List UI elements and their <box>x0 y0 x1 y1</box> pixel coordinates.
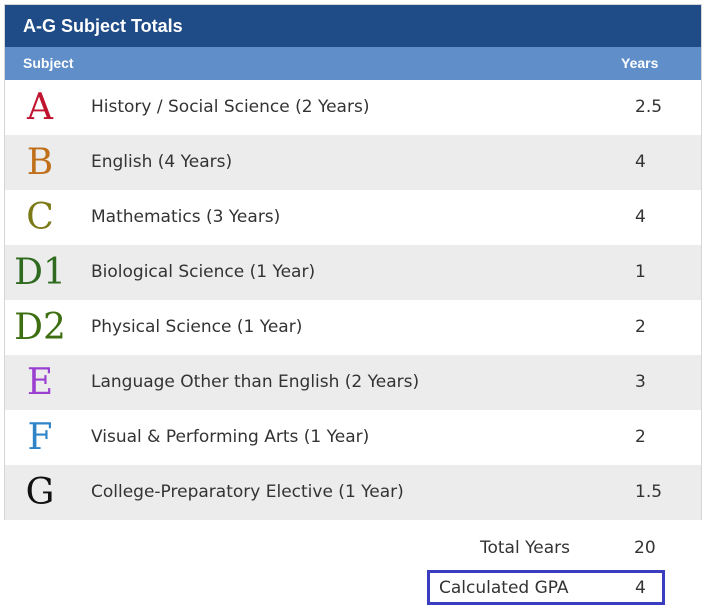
subject-letter: D1 <box>14 252 66 293</box>
subject-letter: D2 <box>14 307 66 348</box>
subject-name: Biological Science (1 Year) <box>91 262 316 282</box>
subject-name: Language Other than English (2 Years) <box>91 372 420 392</box>
table-header: Subject Years <box>5 47 701 80</box>
subject-years: 2 <box>635 317 646 337</box>
summary-section: Total Years 20 Calculated GPA 4 <box>0 520 706 607</box>
subject-letter: A <box>27 87 53 128</box>
subject-rows: A History / Social Science (2 Years) 2.5 B E… <box>5 80 701 520</box>
table-row: B English (4 Years) 4 <box>5 135 701 190</box>
subject-letter: B <box>26 142 54 183</box>
subject-years: 1 <box>635 262 646 282</box>
total-years-value: 20 <box>634 538 656 558</box>
subject-name: English (4 Years) <box>91 152 233 172</box>
column-header-years: Years <box>621 55 659 71</box>
subject-years: 4 <box>635 152 646 172</box>
table-row: F Visual & Performing Arts (1 Year) 2 <box>5 410 701 465</box>
subject-years: 1.5 <box>635 482 663 502</box>
subject-name: Visual & Performing Arts (1 Year) <box>91 427 370 447</box>
subject-totals-panel: A-G Subject Totals Subject Years A Histor… <box>4 4 702 520</box>
table-row: C Mathematics (3 Years) 4 <box>5 190 701 245</box>
calculated-gpa-box: Calculated GPA 4 <box>427 570 665 605</box>
subject-name: College-Preparatory Elective (1 Year) <box>91 482 404 502</box>
subject-letter: C <box>26 197 54 238</box>
subject-years: 2.5 <box>635 97 663 117</box>
subject-name: Mathematics (3 Years) <box>91 207 281 227</box>
panel-title: A-G Subject Totals <box>5 5 701 47</box>
subject-letter: E <box>26 362 54 403</box>
table-row: A History / Social Science (2 Years) 2.5 <box>5 80 701 135</box>
gpa-label: Calculated GPA <box>439 578 569 598</box>
gpa-value: 4 <box>635 578 646 598</box>
table-row: E Language Other than English (2 Years) 3 <box>5 355 701 410</box>
subject-letter: F <box>27 417 53 458</box>
subject-years: 4 <box>635 207 646 227</box>
subject-years: 3 <box>635 372 646 392</box>
subject-letter: G <box>25 472 55 513</box>
table-row: G College-Preparatory Elective (1 Year) 1.… <box>5 465 701 520</box>
table-row: D2 Physical Science (1 Year) 2 <box>5 300 701 355</box>
table-row: D1 Biological Science (1 Year) 1 <box>5 245 701 300</box>
total-years-label: Total Years <box>480 538 570 558</box>
column-header-subject: Subject <box>23 55 74 71</box>
subject-name: History / Social Science (2 Years) <box>91 97 370 117</box>
subject-years: 2 <box>635 427 646 447</box>
subject-name: Physical Science (1 Year) <box>91 317 303 337</box>
